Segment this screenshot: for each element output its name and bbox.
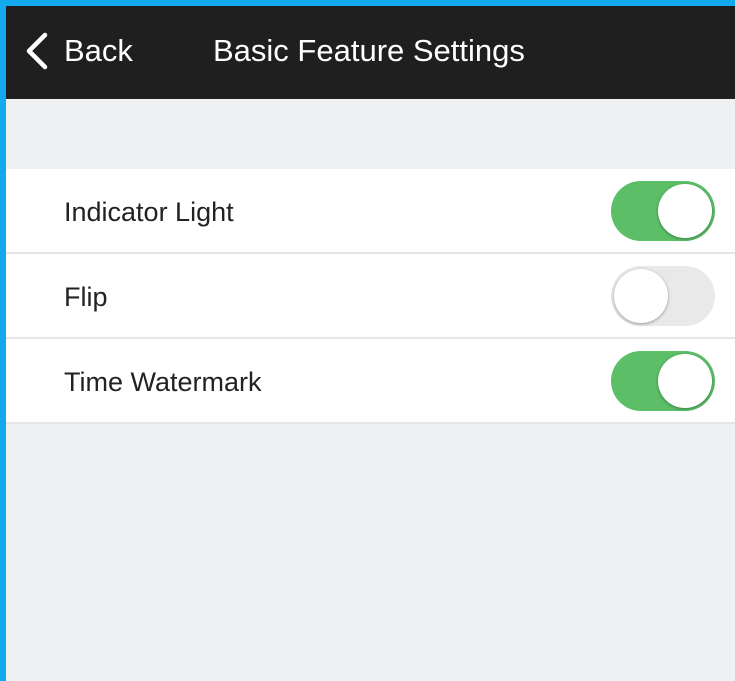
navigation-bar: Back Basic Feature Settings <box>6 6 735 99</box>
toggle-knob <box>614 269 668 323</box>
back-button[interactable]: Back <box>24 26 133 76</box>
page-title: Basic Feature Settings <box>213 33 525 68</box>
settings-list: Indicator Light Flip Time Watermark <box>6 169 735 424</box>
setting-row-indicator-light: Indicator Light <box>6 169 735 254</box>
setting-label: Indicator Light <box>64 197 234 227</box>
toggle-knob <box>658 184 712 238</box>
back-label: Back <box>64 33 133 68</box>
app-screen: Back Basic Feature Settings Indicator Li… <box>6 6 735 681</box>
flip-toggle[interactable] <box>611 266 715 326</box>
time-watermark-toggle[interactable] <box>611 351 715 411</box>
chevron-left-icon <box>26 32 48 70</box>
indicator-light-toggle[interactable] <box>611 181 715 241</box>
setting-label: Time Watermark <box>64 367 262 397</box>
toggle-knob <box>658 354 712 408</box>
setting-row-time-watermark: Time Watermark <box>6 339 735 424</box>
setting-row-flip: Flip <box>6 254 735 339</box>
setting-label: Flip <box>64 282 108 312</box>
